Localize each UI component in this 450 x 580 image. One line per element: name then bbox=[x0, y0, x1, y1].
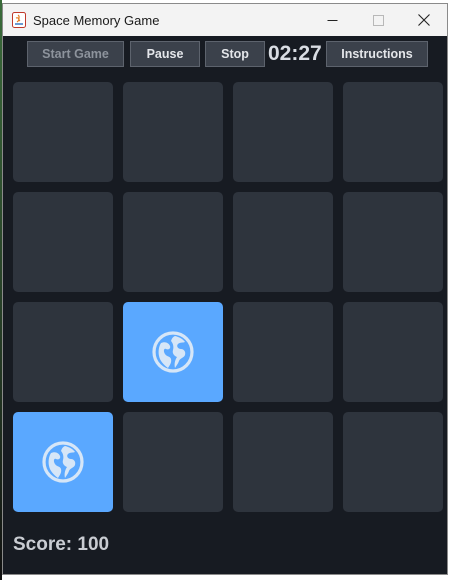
memory-card[interactable] bbox=[343, 302, 443, 402]
app-window: Space Memory Game Start Game Pause Stop … bbox=[2, 3, 448, 575]
close-button[interactable] bbox=[401, 4, 447, 36]
memory-card[interactable] bbox=[233, 302, 333, 402]
java-app-icon bbox=[11, 12, 27, 28]
maximize-button[interactable] bbox=[355, 4, 401, 36]
window-title: Space Memory Game bbox=[33, 12, 160, 28]
memory-card[interactable] bbox=[343, 82, 443, 182]
timer-display: 02:27 bbox=[268, 42, 322, 65]
memory-card[interactable] bbox=[123, 412, 223, 512]
window-controls bbox=[309, 4, 447, 36]
memory-card[interactable] bbox=[123, 82, 223, 182]
stop-button[interactable]: Stop bbox=[205, 41, 265, 67]
game-toolbar: Start Game Pause Stop 02:27 Instructions bbox=[3, 40, 447, 68]
memory-card[interactable] bbox=[233, 412, 333, 512]
memory-card[interactable] bbox=[13, 302, 113, 402]
memory-card[interactable] bbox=[343, 412, 443, 512]
score-label: Score: 100 bbox=[13, 534, 110, 555]
minimize-button[interactable] bbox=[309, 4, 355, 36]
memory-card[interactable] bbox=[343, 192, 443, 292]
pause-button[interactable]: Pause bbox=[130, 41, 200, 67]
memory-card[interactable] bbox=[233, 82, 333, 182]
globe-icon bbox=[41, 440, 85, 484]
memory-card[interactable] bbox=[13, 412, 113, 512]
memory-card[interactable] bbox=[233, 192, 333, 292]
memory-card[interactable] bbox=[123, 192, 223, 292]
close-icon bbox=[418, 14, 430, 26]
card-grid bbox=[13, 82, 443, 512]
instructions-button[interactable]: Instructions bbox=[326, 41, 428, 67]
title-bar: Space Memory Game bbox=[3, 4, 447, 36]
start-game-button[interactable]: Start Game bbox=[27, 41, 124, 67]
minimize-icon bbox=[327, 19, 337, 21]
maximize-icon bbox=[372, 14, 384, 26]
memory-card[interactable] bbox=[13, 82, 113, 182]
globe-icon bbox=[151, 330, 195, 374]
memory-card[interactable] bbox=[13, 192, 113, 292]
memory-card[interactable] bbox=[123, 302, 223, 402]
